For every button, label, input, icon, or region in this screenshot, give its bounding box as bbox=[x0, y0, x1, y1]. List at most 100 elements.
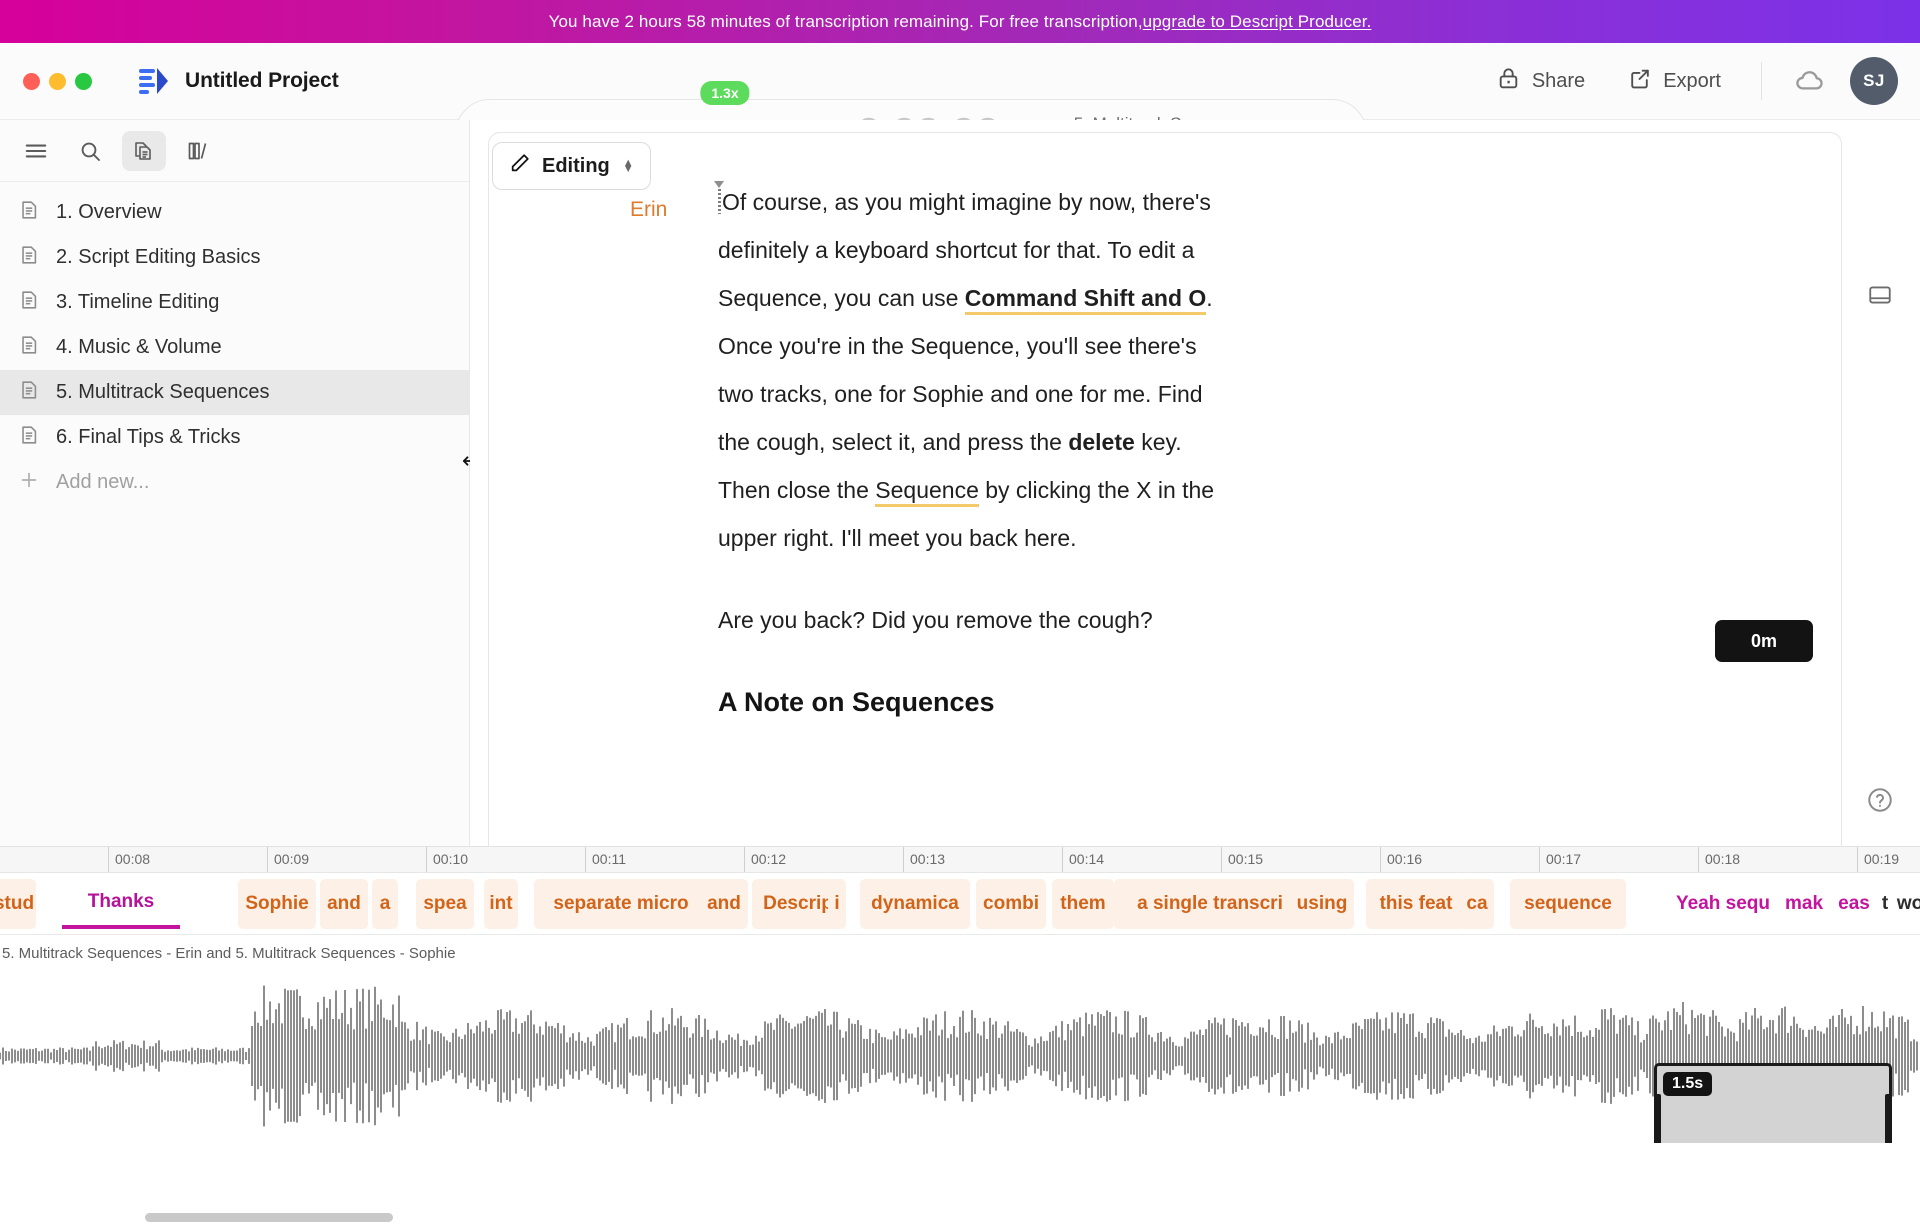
timeline-tick-1: 00:09 bbox=[267, 847, 309, 872]
timeline-word-chip[interactable]: Yeah sequ bbox=[1664, 879, 1782, 929]
cloud-sync-button[interactable] bbox=[1786, 57, 1834, 105]
timeline-word-chip[interactable]: a bbox=[372, 879, 398, 929]
pencil-icon bbox=[509, 152, 531, 180]
audio-waveform bbox=[0, 985, 1918, 1127]
timeline-word-chip[interactable]: and bbox=[700, 879, 748, 929]
timeline-tick-8: 00:16 bbox=[1380, 847, 1422, 872]
divider bbox=[1761, 62, 1762, 100]
timeline-tick-2: 00:10 bbox=[426, 847, 468, 872]
sidebar-item-6[interactable]: 6. Final Tips & Tricks bbox=[0, 415, 469, 460]
transcript-body[interactable]: Of course, as you might imagine by now, … bbox=[714, 178, 1238, 760]
chevron-updown-icon: ▲ ▼ bbox=[622, 157, 634, 175]
sidebar-item-1[interactable]: 1. Overview bbox=[0, 190, 469, 235]
waveform-container[interactable]: 1.5s bbox=[0, 968, 1920, 1143]
timeline-word-chip[interactable]: a single transcri bbox=[1114, 879, 1306, 929]
selection-handle-left[interactable] bbox=[1654, 1094, 1661, 1143]
timeline-word-chip[interactable]: combi bbox=[976, 879, 1046, 929]
transcript-delete-key: delete bbox=[1068, 429, 1135, 455]
sidebar-resize-handle[interactable] bbox=[470, 120, 473, 846]
close-window-button[interactable] bbox=[23, 72, 40, 90]
timeline-word-chip[interactable]: sequence bbox=[1510, 879, 1626, 929]
promo-banner: You have 2 hours 58 minutes of transcrip… bbox=[0, 0, 1920, 43]
document-icon bbox=[18, 244, 40, 272]
upgrade-link[interactable]: upgrade to Descript Producer. bbox=[1143, 12, 1372, 32]
timeline-tick-10: 00:18 bbox=[1698, 847, 1740, 872]
timeline-panel: 00:08 00:09 00:10 00:11 00:12 00:13 00:14 00:15… bbox=[0, 846, 1920, 1228]
brand-area: Untitled Project bbox=[137, 64, 339, 98]
minimize-window-button[interactable] bbox=[49, 72, 66, 90]
speed-badge: 1.3x bbox=[700, 81, 750, 105]
right-rail bbox=[1842, 120, 1920, 846]
timeline-word-chip[interactable]: and bbox=[320, 879, 368, 929]
plus-icon bbox=[18, 469, 40, 497]
documents-icon[interactable] bbox=[122, 130, 166, 171]
transcript-shortcut: Command Shift and O bbox=[964, 285, 1207, 315]
document-icon bbox=[18, 289, 40, 317]
search-icon[interactable] bbox=[68, 131, 112, 171]
transcript-paragraph-2[interactable]: Are you back? Did you remove the cough? bbox=[718, 596, 1238, 644]
timeline-word-chip[interactable]: wo bbox=[1894, 879, 1920, 929]
document-icon bbox=[18, 379, 40, 407]
export-button[interactable]: Export bbox=[1611, 57, 1737, 106]
timeline-tick-3: 00:11 bbox=[585, 847, 626, 872]
editing-mode-dropdown[interactable]: Editing ▲ ▼ bbox=[492, 142, 651, 190]
sidebar-item-5[interactable]: 5. Multitrack Sequences bbox=[0, 370, 469, 415]
sidebar-add-new-button[interactable]: Add new... bbox=[0, 460, 469, 505]
scrollbar-thumb[interactable] bbox=[145, 1213, 393, 1222]
timeline-word-chip[interactable]: mak bbox=[1778, 879, 1830, 929]
files-icon[interactable] bbox=[176, 131, 220, 171]
timeline-word-chip[interactable]: eas bbox=[1832, 879, 1876, 929]
maximize-window-button[interactable] bbox=[75, 72, 92, 90]
sidebar-item-4[interactable]: 4. Music & Volume bbox=[0, 325, 469, 370]
menu-icon[interactable] bbox=[14, 131, 58, 171]
timeline-word-chip[interactable]: t bbox=[1876, 879, 1894, 929]
timeline-word-chip[interactable]: spea bbox=[416, 879, 474, 929]
speaker-label[interactable]: Erin bbox=[630, 198, 667, 222]
timeline-horizontal-scrollbar[interactable] bbox=[0, 1206, 1920, 1228]
timeline-word-chip[interactable]: stud bbox=[0, 879, 36, 929]
share-button[interactable]: Share bbox=[1480, 57, 1601, 106]
help-icon[interactable] bbox=[1858, 780, 1902, 820]
sidebar-item-label: 3. Timeline Editing bbox=[56, 291, 220, 313]
transcript-paragraph-1[interactable]: Of course, as you might imagine by now, … bbox=[714, 178, 1238, 562]
sidebar-item-label: 4. Music & Volume bbox=[56, 336, 222, 358]
timeline-word-chip[interactable]: using bbox=[1290, 879, 1354, 929]
main-body: 1. Overview 2. Script Editing Basics 3. … bbox=[0, 120, 1920, 846]
sidebar-item-label: 6. Final Tips & Tricks bbox=[56, 426, 241, 448]
titlebar-actions: Share Export SJ bbox=[1480, 57, 1898, 106]
timeline-ruler[interactable]: 00:08 00:09 00:10 00:11 00:12 00:13 00:14 00:15… bbox=[0, 847, 1920, 873]
avatar[interactable]: SJ bbox=[1850, 57, 1898, 105]
sequence-selection-box[interactable]: 1.5s bbox=[1654, 1063, 1892, 1143]
timeline-word-chip[interactable]: them bbox=[1052, 879, 1114, 929]
timeline-tick-6: 00:14 bbox=[1062, 847, 1104, 872]
selection-handle-right[interactable] bbox=[1885, 1094, 1892, 1143]
timeline-tick-7: 00:15 bbox=[1221, 847, 1263, 872]
transcript-heading[interactable]: A Note on Sequences bbox=[718, 678, 1238, 726]
timeline-tick-11: 00:19 bbox=[1857, 847, 1899, 872]
timeline-track-label: 5. Multitrack Sequences - Erin and 5. Mu… bbox=[2, 945, 456, 962]
timeline-word-chip[interactable]: i bbox=[828, 879, 846, 929]
timeline-word-chip[interactable]: int bbox=[484, 879, 518, 929]
duration-badge[interactable]: 0m bbox=[1715, 620, 1813, 662]
script-pane: Editing ▲ ▼ Erin Of course, as you might … bbox=[470, 120, 1920, 846]
timeline-tick-9: 00:17 bbox=[1539, 847, 1581, 872]
timeline-word-chip[interactable]: this feat bbox=[1366, 879, 1466, 929]
project-title[interactable]: Untitled Project bbox=[185, 69, 339, 93]
timeline-tick-4: 00:12 bbox=[744, 847, 786, 872]
sidebar-item-3[interactable]: 3. Timeline Editing bbox=[0, 280, 469, 325]
toggle-panel-icon[interactable] bbox=[1858, 275, 1902, 315]
title-bar: Untitled Project 1.3x Share Export SJ bbox=[0, 43, 1920, 169]
sidebar-item-2[interactable]: 2. Script Editing Basics bbox=[0, 235, 469, 280]
text-cursor bbox=[714, 181, 724, 214]
timeline-word-chip[interactable]: Thanks bbox=[62, 879, 180, 929]
document-icon bbox=[18, 424, 40, 452]
timeline-word-chip[interactable]: ca bbox=[1460, 879, 1494, 929]
timeline-word-chip[interactable]: dynamica bbox=[860, 879, 970, 929]
timeline-word-chip[interactable]: separate micro bbox=[534, 879, 708, 929]
timeline-word-chip[interactable]: Sophie bbox=[238, 879, 316, 929]
document-icon bbox=[18, 334, 40, 362]
export-button-label: Export bbox=[1663, 69, 1721, 92]
sidebar-item-label: 2. Script Editing Basics bbox=[56, 246, 261, 268]
timeline-tick-0: 00:08 bbox=[108, 847, 150, 872]
timeline-word-strip[interactable]: studThanksSophieandaspeaintseparate micr… bbox=[0, 873, 1920, 935]
